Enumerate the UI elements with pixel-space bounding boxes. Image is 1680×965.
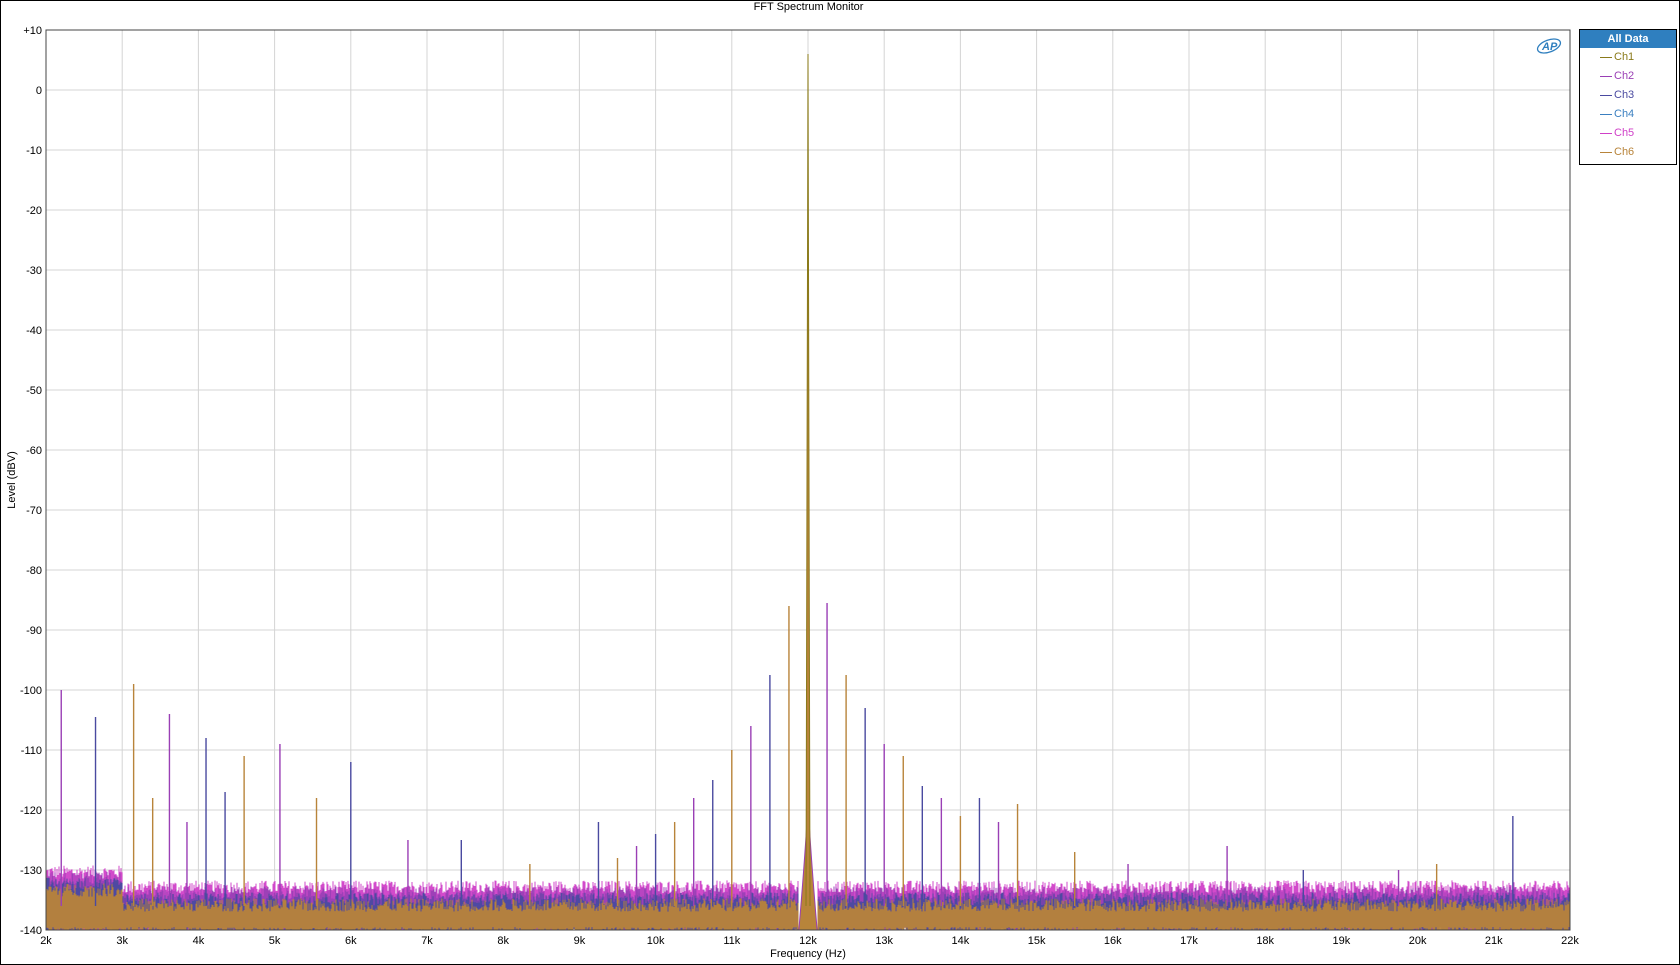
legend-label: Ch3 xyxy=(1614,89,1635,101)
x-tick-label: 18k xyxy=(1256,935,1274,947)
x-tick-label: 4k xyxy=(193,935,205,947)
x-tick-label: 19k xyxy=(1333,935,1351,947)
y-tick-label: -110 xyxy=(21,745,42,757)
x-tick-label: 8k xyxy=(497,935,509,947)
y-tick-label: -30 xyxy=(26,265,42,277)
legend-label: Ch5 xyxy=(1614,127,1635,139)
y-tick-label: -140 xyxy=(20,925,42,937)
y-tick-label: -70 xyxy=(26,505,42,517)
legend-header[interactable]: All Data xyxy=(1580,30,1676,48)
y-tick-label: -80 xyxy=(26,565,42,577)
fundamental-peak xyxy=(805,53,811,907)
legend-item-ch2[interactable]: Ch2 xyxy=(1580,67,1676,86)
y-tick-label: -120 xyxy=(20,805,42,817)
x-tick-label: 15k xyxy=(1028,935,1046,947)
x-tick-label: 14k xyxy=(952,935,970,947)
legend-item-ch5[interactable]: Ch5 xyxy=(1580,124,1676,143)
spectrum-peaks xyxy=(60,53,1514,907)
y-tick-label: -100 xyxy=(20,685,42,697)
legend-item-ch6[interactable]: Ch6 xyxy=(1580,143,1676,162)
x-tick-label: 17k xyxy=(1180,935,1198,947)
legend-swatch xyxy=(1600,76,1612,77)
y-tick-label: -50 xyxy=(26,385,42,397)
x-tick-label: 3k xyxy=(116,935,128,947)
legend-item-ch3[interactable]: Ch3 xyxy=(1580,86,1676,105)
y-tick-label: -130 xyxy=(20,865,42,877)
x-tick-label: 10k xyxy=(647,935,665,947)
y-tick-label: -20 xyxy=(26,205,42,217)
legend-label: Ch2 xyxy=(1614,70,1635,82)
svg-text:AP: AP xyxy=(1541,41,1558,53)
legend-swatch xyxy=(1600,133,1612,134)
x-tick-label: 12k xyxy=(799,935,817,947)
legend-swatch xyxy=(1600,95,1612,96)
plot-area: 2k 3k 4k 5k 6k 7k 8k 9k 10k 11k 12k 13k 14k 15k 16k 17k… xyxy=(6,25,1579,960)
x-tick-label: 11k xyxy=(723,935,740,947)
legend-label: Ch4 xyxy=(1614,108,1635,120)
y-tick-label: -90 xyxy=(26,625,42,637)
legend-swatch xyxy=(1600,57,1612,58)
legend: All Data Ch1 Ch2 Ch3 Ch4 Ch5 Ch6 xyxy=(1579,29,1677,165)
x-tick-labels: 2k 3k 4k 5k 6k 7k 8k 9k 10k 11k 12k 13k 14k 15k 16k 17k… xyxy=(40,935,1579,947)
y-axis-label: Level (dBV) xyxy=(6,451,18,508)
legend-label: Ch6 xyxy=(1614,146,1635,158)
legend-item-ch4[interactable]: Ch4 xyxy=(1580,105,1676,124)
y-tick-label: -60 xyxy=(26,445,42,457)
x-axis-label: Frequency (Hz) xyxy=(770,948,846,960)
x-tick-label: 20k xyxy=(1409,935,1427,947)
y-tick-label: -40 xyxy=(26,325,42,337)
x-tick-label: 21k xyxy=(1485,935,1503,947)
x-tick-label: 16k xyxy=(1104,935,1122,947)
y-tick-label: +10 xyxy=(23,25,42,37)
legend-swatch xyxy=(1600,152,1612,153)
x-tick-label: 22k xyxy=(1561,935,1579,947)
legend-swatch xyxy=(1600,114,1612,115)
x-tick-label: 7k xyxy=(421,935,433,947)
y-tick-label: -10 xyxy=(26,145,42,157)
x-tick-label: 13k xyxy=(875,935,893,947)
y-tick-labels: +10 0 -10 -20 -30 -40 -50 -60 -70 -80 -90 -100 -110 -… xyxy=(20,25,42,937)
x-tick-label: 5k xyxy=(269,935,281,947)
y-tick-label: 0 xyxy=(36,85,42,97)
x-tick-label: 2k xyxy=(40,935,52,947)
x-tick-label: 9k xyxy=(574,935,586,947)
legend-item-ch1[interactable]: Ch1 xyxy=(1580,48,1676,67)
ap-logo-icon: AP xyxy=(1536,38,1562,54)
legend-label: Ch1 xyxy=(1614,51,1635,63)
x-tick-label: 6k xyxy=(345,935,357,947)
